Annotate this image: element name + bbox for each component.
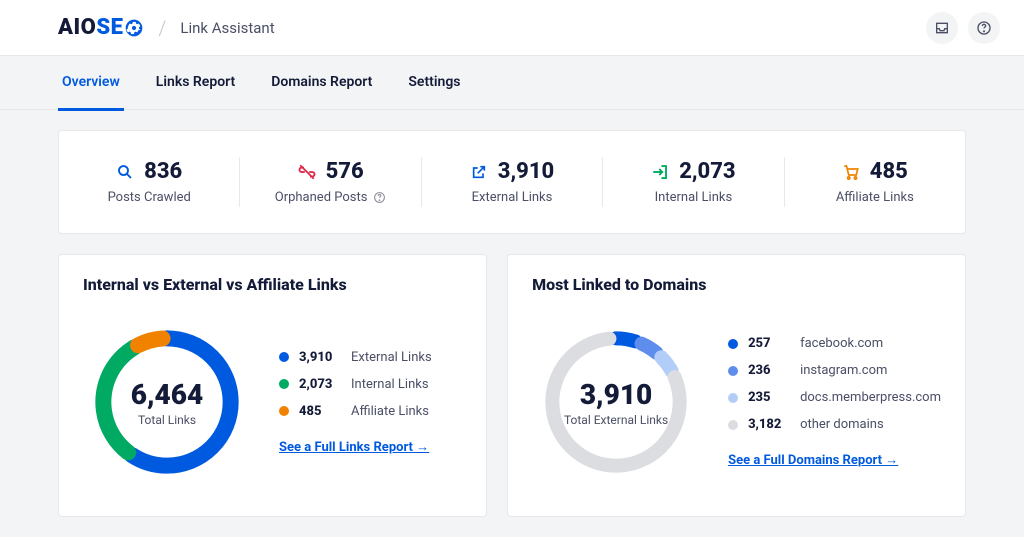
stat-label: Internal Links: [655, 190, 733, 205]
legend-row: 2,073 Internal Links: [279, 377, 432, 392]
stat-label: Affiliate Links: [836, 190, 914, 205]
top-bar: AIO SE / Link Assistant: [0, 0, 1024, 56]
tab-bar: Overview Links Report Domains Report Set…: [0, 56, 1024, 110]
panel-top-domains: Most Linked to Domains 3,910 Total Exter…: [507, 254, 966, 517]
donut-center-label: Total External Links: [564, 413, 668, 427]
stat-orphaned-posts: 576 Orphaned Posts: [240, 157, 421, 207]
full-domains-report-link[interactable]: See a Full Domains Report →: [728, 452, 898, 468]
tab-links-report[interactable]: Links Report: [152, 56, 239, 111]
legend-domains: 257 facebook.com 236 instagram.com 235 d…: [728, 336, 941, 468]
enter-icon: [651, 163, 669, 181]
stat-value: 576: [326, 159, 364, 184]
legend-row: 3,182 other domains: [728, 417, 941, 432]
legend-links: 3,910 External Links 2,073 Internal Link…: [279, 350, 432, 455]
stat-posts-crawled: 836 Posts Crawled: [59, 157, 240, 207]
stat-value: 2,073: [679, 159, 735, 184]
stat-value: 836: [144, 159, 182, 184]
tab-settings[interactable]: Settings: [404, 56, 464, 111]
legend-dot: [728, 393, 738, 403]
donut-center-value: 6,464: [131, 378, 203, 411]
donut-chart-domains: 3,910 Total External Links: [532, 318, 700, 486]
legend-row: 3,910 External Links: [279, 350, 432, 365]
tab-overview[interactable]: Overview: [58, 56, 124, 111]
stat-affiliate-links: 485 Affiliate Links: [785, 157, 965, 207]
legend-dot: [279, 379, 289, 389]
logo-text-aio: AIO: [58, 15, 96, 40]
panel-title: Most Linked to Domains: [532, 275, 941, 294]
legend-row: 235 docs.memberpress.com: [728, 390, 941, 405]
inbox-icon: [934, 20, 950, 36]
cart-icon: [842, 163, 860, 181]
stat-label: Orphaned Posts: [275, 190, 387, 205]
stats-card: 836 Posts Crawled 576 Orphaned Posts 3,9…: [58, 130, 966, 234]
help-icon[interactable]: [373, 191, 386, 204]
help-button[interactable]: [968, 12, 1000, 44]
full-links-report-link[interactable]: See a Full Links Report →: [279, 439, 429, 455]
inbox-button[interactable]: [926, 12, 958, 44]
stat-value: 3,910: [498, 159, 554, 184]
help-icon: [976, 20, 992, 36]
legend-dot: [279, 352, 289, 362]
external-link-icon: [470, 163, 488, 181]
donut-chart-links: 6,464 Total Links: [83, 318, 251, 486]
content: 836 Posts Crawled 576 Orphaned Posts 3,9…: [0, 110, 1024, 537]
stat-label: External Links: [472, 190, 553, 205]
stat-value: 485: [870, 159, 908, 184]
legend-dot: [728, 420, 738, 430]
stat-label: Posts Crawled: [108, 190, 191, 205]
donut-center-label: Total Links: [138, 413, 196, 427]
legend-dot: [728, 339, 738, 349]
legend-row: 257 facebook.com: [728, 336, 941, 351]
legend-row: 236 instagram.com: [728, 363, 941, 378]
logo: AIO SE: [58, 15, 144, 40]
donut-center-value: 3,910: [580, 378, 652, 411]
logo-text-seo: SE: [96, 15, 144, 40]
stat-external-links: 3,910 External Links: [422, 157, 603, 207]
stat-internal-links: 2,073 Internal Links: [603, 157, 784, 207]
unlink-icon: [298, 163, 316, 181]
legend-row: 485 Affiliate Links: [279, 404, 432, 419]
breadcrumb-divider: /: [158, 16, 166, 40]
legend-dot: [279, 406, 289, 416]
legend-dot: [728, 366, 738, 376]
tab-domains-report[interactable]: Domains Report: [267, 56, 376, 111]
panel-title: Internal vs External vs Affiliate Links: [83, 275, 462, 294]
breadcrumb: Link Assistant: [180, 19, 274, 37]
panel-link-breakdown: Internal vs External vs Affiliate Links …: [58, 254, 487, 517]
gear-icon: [124, 18, 144, 38]
search-icon: [116, 163, 134, 181]
